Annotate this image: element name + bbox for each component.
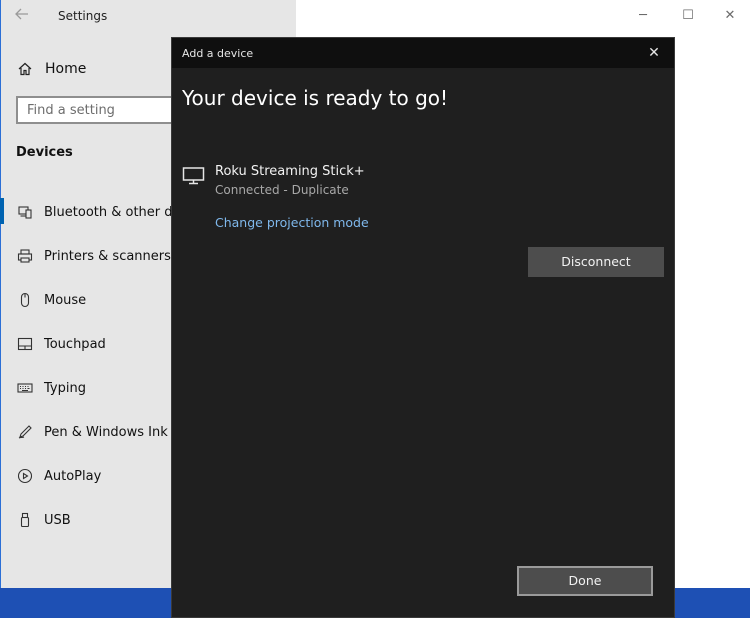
device-name: Roku Streaming Stick+ (215, 164, 365, 179)
search-box[interactable] (16, 96, 186, 124)
bluetooth-device-icon (16, 203, 34, 221)
settings-titlebar: Settings ─ ☐ ✕ (0, 0, 750, 32)
sidebar-item-label: Typing (44, 380, 86, 396)
monitor-icon (182, 166, 206, 186)
printer-icon (16, 247, 34, 265)
usb-icon (16, 511, 34, 529)
sidebar-item-label: AutoPlay (44, 468, 102, 484)
dialog-heading: Your device is ready to go! (182, 86, 449, 110)
section-title: Devices (16, 145, 73, 160)
mouse-icon (16, 291, 34, 309)
back-arrow-icon (15, 8, 28, 20)
search-input[interactable] (18, 98, 177, 122)
touchpad-icon (16, 335, 34, 353)
disconnect-button[interactable]: Disconnect (528, 247, 664, 277)
maximize-button[interactable]: ☐ (673, 6, 703, 26)
autoplay-icon (16, 467, 34, 485)
change-projection-mode-link[interactable]: Change projection mode (215, 215, 369, 230)
dialog-close-button[interactable]: ✕ (644, 44, 664, 62)
sidebar-item-label: Printers & scanners (44, 248, 171, 264)
sidebar-item-label: Pen & Windows Ink (44, 424, 168, 440)
back-button[interactable] (10, 7, 34, 25)
dialog-title: Add a device (182, 47, 254, 60)
home-label: Home (45, 61, 87, 77)
sidebar-item-label: Touchpad (44, 336, 106, 352)
close-window-button[interactable]: ✕ (715, 6, 745, 26)
minimize-button[interactable]: ─ (628, 6, 658, 26)
sidebar-item-label: Bluetooth & other de (44, 204, 181, 220)
device-status: Connected - Duplicate (215, 183, 349, 197)
sidebar-item-home[interactable]: Home (16, 58, 86, 80)
add-device-dialog: Add a device ✕ Your device is ready to g… (171, 37, 675, 618)
dialog-titlebar: Add a device ✕ (172, 38, 674, 68)
home-icon (16, 60, 34, 78)
pen-icon (16, 423, 34, 441)
settings-title: Settings (58, 9, 108, 23)
keyboard-icon (16, 379, 34, 397)
done-button[interactable]: Done (517, 566, 653, 596)
sidebar-item-label: USB (44, 512, 71, 528)
sidebar-item-label: Mouse (44, 292, 87, 308)
